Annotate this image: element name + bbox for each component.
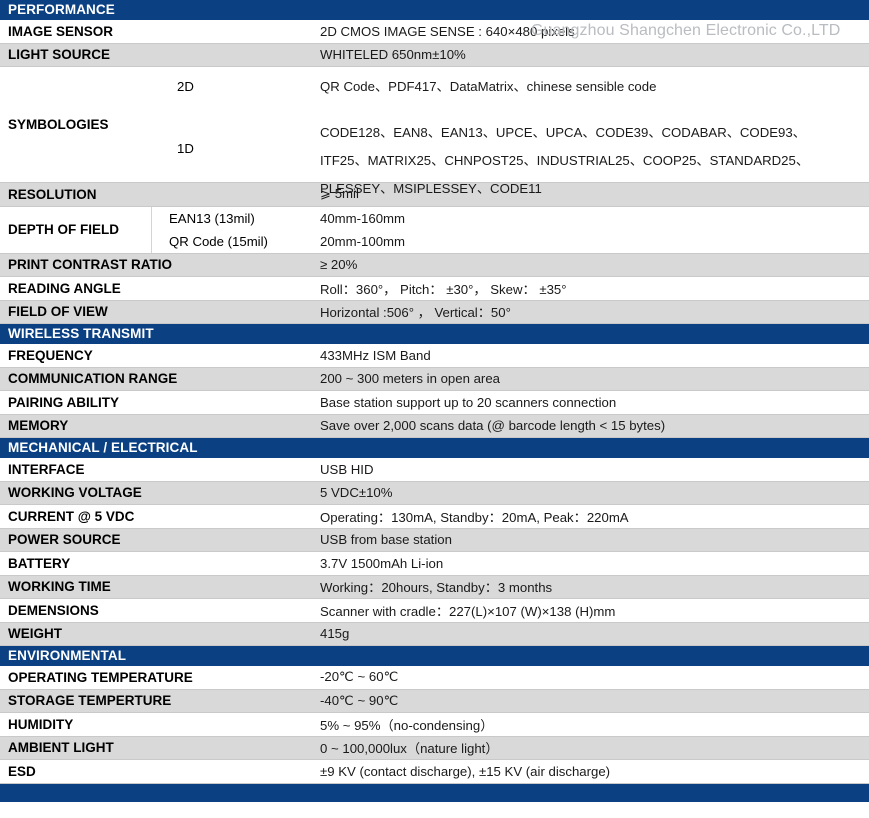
row-value-storage-temperture: -40℃ ~ 90℃ xyxy=(320,692,399,708)
row-label-depth-of-field: DEPTH OF FIELD xyxy=(0,206,152,253)
row-label-memory: MEMORY xyxy=(8,418,69,434)
table-row: ESD ±9 KV (contact discharge), ±15 KV (a… xyxy=(0,760,869,784)
depth-of-field-row: QR Code (15mil) 20mm-100mm xyxy=(152,230,869,253)
table-row-symbologies: SYMBOLOGIES 2D 1D QR Code、PDF417、DataMat… xyxy=(0,67,869,196)
table-row: RESOLUTION ⩾ 5mil xyxy=(0,183,869,207)
row-label-power-source: POWER SOURCE xyxy=(8,532,121,548)
row-label-frequency: FREQUENCY xyxy=(8,347,93,363)
section-header-mechanical-electrical: MECHANICAL / ELECTRICAL xyxy=(0,438,869,458)
table-row: OPERATING TEMPERATURE -20℃ ~ 60℃ xyxy=(0,666,869,690)
depth-of-field-rows: EAN13 (13mil) 40mm-160mm QR Code (15mil)… xyxy=(152,207,869,253)
depth-of-field-sub-qrcode: QR Code (15mil) xyxy=(169,233,268,249)
row-label-operating-temperature: OPERATING TEMPERATURE xyxy=(8,669,193,685)
table-row: FREQUENCY 433MHz ISM Band xyxy=(0,344,869,368)
row-label-working-time: WORKING TIME xyxy=(8,579,111,595)
table-row: STORAGE TEMPERTURE -40℃ ~ 90℃ xyxy=(0,689,869,713)
row-value-current-at-5vdc: Operating：130mA, Standby：20mA, Peak：220m… xyxy=(320,509,629,525)
row-value-working-time: Working：20hours, Standby：3 months xyxy=(320,580,553,596)
depth-of-field-value-qrcode: 20mm-100mm xyxy=(320,233,406,249)
table-row: PAIRING ABILITY Base station support up … xyxy=(0,391,869,415)
row-label-weight: WEIGHT xyxy=(8,626,62,642)
row-value-ambient-light: 0 ~ 100,000lux（nature light） xyxy=(320,741,499,757)
section-header-environmental: ENVIRONMENTAL xyxy=(0,646,869,666)
table-row: DEMENSIONS Scanner with cradle：227(L)×10… xyxy=(0,599,869,623)
table-row: IMAGE SENSOR 2D CMOS IMAGE SENSE : 640×4… xyxy=(0,20,869,44)
table-row: INTERFACE USB HID xyxy=(0,458,869,482)
symbology-value-2d: QR Code、PDF417、DataMatrix、chinese sensib… xyxy=(320,79,657,94)
row-label-field-of-view: FIELD OF VIEW xyxy=(8,304,108,320)
table-row-depth-of-field: DEPTH OF FIELD EAN13 (13mil) 40mm-160mm … xyxy=(0,206,869,254)
row-value-demensions: Scanner with cradle：227(L)×107 (W)×138 (… xyxy=(320,603,616,619)
row-value-frequency: 433MHz ISM Band xyxy=(320,347,431,363)
table-row: LIGHT SOURCE WHITELED 650nm±10% xyxy=(0,43,869,67)
symbology-subtype-1d: 1D xyxy=(177,141,194,156)
table-row: HUMIDITY 5% ~ 95%（no-condensing） xyxy=(0,713,869,737)
row-value-humidity: 5% ~ 95%（no-condensing） xyxy=(320,717,494,733)
row-value-esd: ±9 KV (contact discharge), ±15 KV (air d… xyxy=(320,763,611,779)
table-row: READING ANGLE Roll：360°， Pitch： ±30°， Sk… xyxy=(0,277,869,301)
table-row: FIELD OF VIEW Horizontal :506° ， Vertica… xyxy=(0,300,869,324)
row-label-battery: BATTERY xyxy=(8,555,71,571)
symbologies-values: QR Code、PDF417、DataMatrix、chinese sensib… xyxy=(320,67,869,196)
table-row: PRINT CONTRAST RATIO ≥ 20% xyxy=(0,253,869,277)
row-label-current-at-5vdc: CURRENT @ 5 VDC xyxy=(8,508,135,524)
row-label-pairing-ability: PAIRING ABILITY xyxy=(8,394,119,410)
table-row: WORKING VOLTAGE 5 VDC±10% xyxy=(0,481,869,505)
table-row: BATTERY 3.7V 1500mAh Li-ion xyxy=(0,552,869,576)
row-value-communication-range: 200 ~ 300 meters in open area xyxy=(320,371,500,387)
specification-table: PERFORMANCE IMAGE SENSOR 2D CMOS IMAGE S… xyxy=(0,0,869,802)
table-row: CURRENT @ 5 VDC Operating：130mA, Standby… xyxy=(0,505,869,529)
depth-of-field-value-ean13: 40mm-160mm xyxy=(320,210,406,226)
row-value-field-of-view: Horizontal :506° ， Vertical：50° xyxy=(320,305,511,321)
row-value-weight: 415g xyxy=(320,626,350,642)
table-bottom-bar xyxy=(0,783,869,802)
symbology-value-1d-line: ITF25、MATRIX25、CHNPOST25、INDUSTRIAL25、CO… xyxy=(320,153,810,168)
row-value-interface: USB HID xyxy=(320,461,374,477)
row-label-symbologies: SYMBOLOGIES xyxy=(8,117,109,132)
table-row: WEIGHT 415g xyxy=(0,622,869,646)
row-label-image-sensor: IMAGE SENSOR xyxy=(8,23,114,39)
table-row: COMMUNICATION RANGE 200 ~ 300 meters in … xyxy=(0,367,869,391)
row-value-power-source: USB from base station xyxy=(320,532,452,548)
row-value-print-contrast-ratio: ≥ 20% xyxy=(320,257,358,273)
row-label-demensions: DEMENSIONS xyxy=(8,602,99,618)
row-label-light-source: LIGHT SOURCE xyxy=(8,47,111,63)
row-label-resolution: RESOLUTION xyxy=(8,186,97,202)
table-row: AMBIENT LIGHT 0 ~ 100,000lux（nature ligh… xyxy=(0,736,869,760)
section-header-performance: PERFORMANCE xyxy=(0,0,869,20)
row-label-esd: ESD xyxy=(8,763,36,779)
row-value-battery: 3.7V 1500mAh Li-ion xyxy=(320,555,444,571)
row-value-reading-angle: Roll：360°， Pitch： ±30°， Skew： ±35° xyxy=(320,281,567,297)
table-row: POWER SOURCE USB from base station xyxy=(0,528,869,552)
row-value-memory: Save over 2,000 scans data (@ barcode le… xyxy=(320,418,666,434)
symbology-subtype-2d: 2D xyxy=(177,79,194,94)
row-label-interface: INTERFACE xyxy=(8,461,85,477)
row-label-storage-temperture: STORAGE TEMPERTURE xyxy=(8,693,172,709)
table-row: WORKING TIME Working：20hours, Standby：3 … xyxy=(0,575,869,599)
row-value-operating-temperature: -20℃ ~ 60℃ xyxy=(320,669,399,685)
section-header-wireless-transmit: WIRELESS TRANSMIT xyxy=(0,324,869,344)
symbologies-subtypes: 2D 1D xyxy=(152,67,320,182)
row-value-light-source: WHITELED 650nm±10% xyxy=(320,47,466,63)
depth-of-field-sub-ean13: EAN13 (13mil) xyxy=(169,210,255,226)
row-label-communication-range: COMMUNICATION RANGE xyxy=(8,371,178,387)
row-label-ambient-light: AMBIENT LIGHT xyxy=(8,740,114,756)
row-label-working-voltage: WORKING VOLTAGE xyxy=(8,485,142,501)
row-value-resolution: ⩾ 5mil xyxy=(320,186,359,202)
row-value-working-voltage: 5 VDC±10% xyxy=(320,485,393,501)
symbology-value-1d-line: CODE128、EAN8、EAN13、UPCE、UPCA、CODE39、CODA… xyxy=(320,125,806,140)
depth-of-field-row: EAN13 (13mil) 40mm-160mm xyxy=(152,207,869,230)
row-label-humidity: HUMIDITY xyxy=(8,716,74,732)
row-value-pairing-ability: Base station support up to 20 scanners c… xyxy=(320,394,617,410)
row-label-print-contrast-ratio: PRINT CONTRAST RATIO xyxy=(8,257,172,273)
table-row: MEMORY Save over 2,000 scans data (@ bar… xyxy=(0,414,869,438)
row-value-image-sensor: 2D CMOS IMAGE SENSE : 640×480 pixels xyxy=(320,23,575,39)
row-label-reading-angle: READING ANGLE xyxy=(8,280,121,296)
